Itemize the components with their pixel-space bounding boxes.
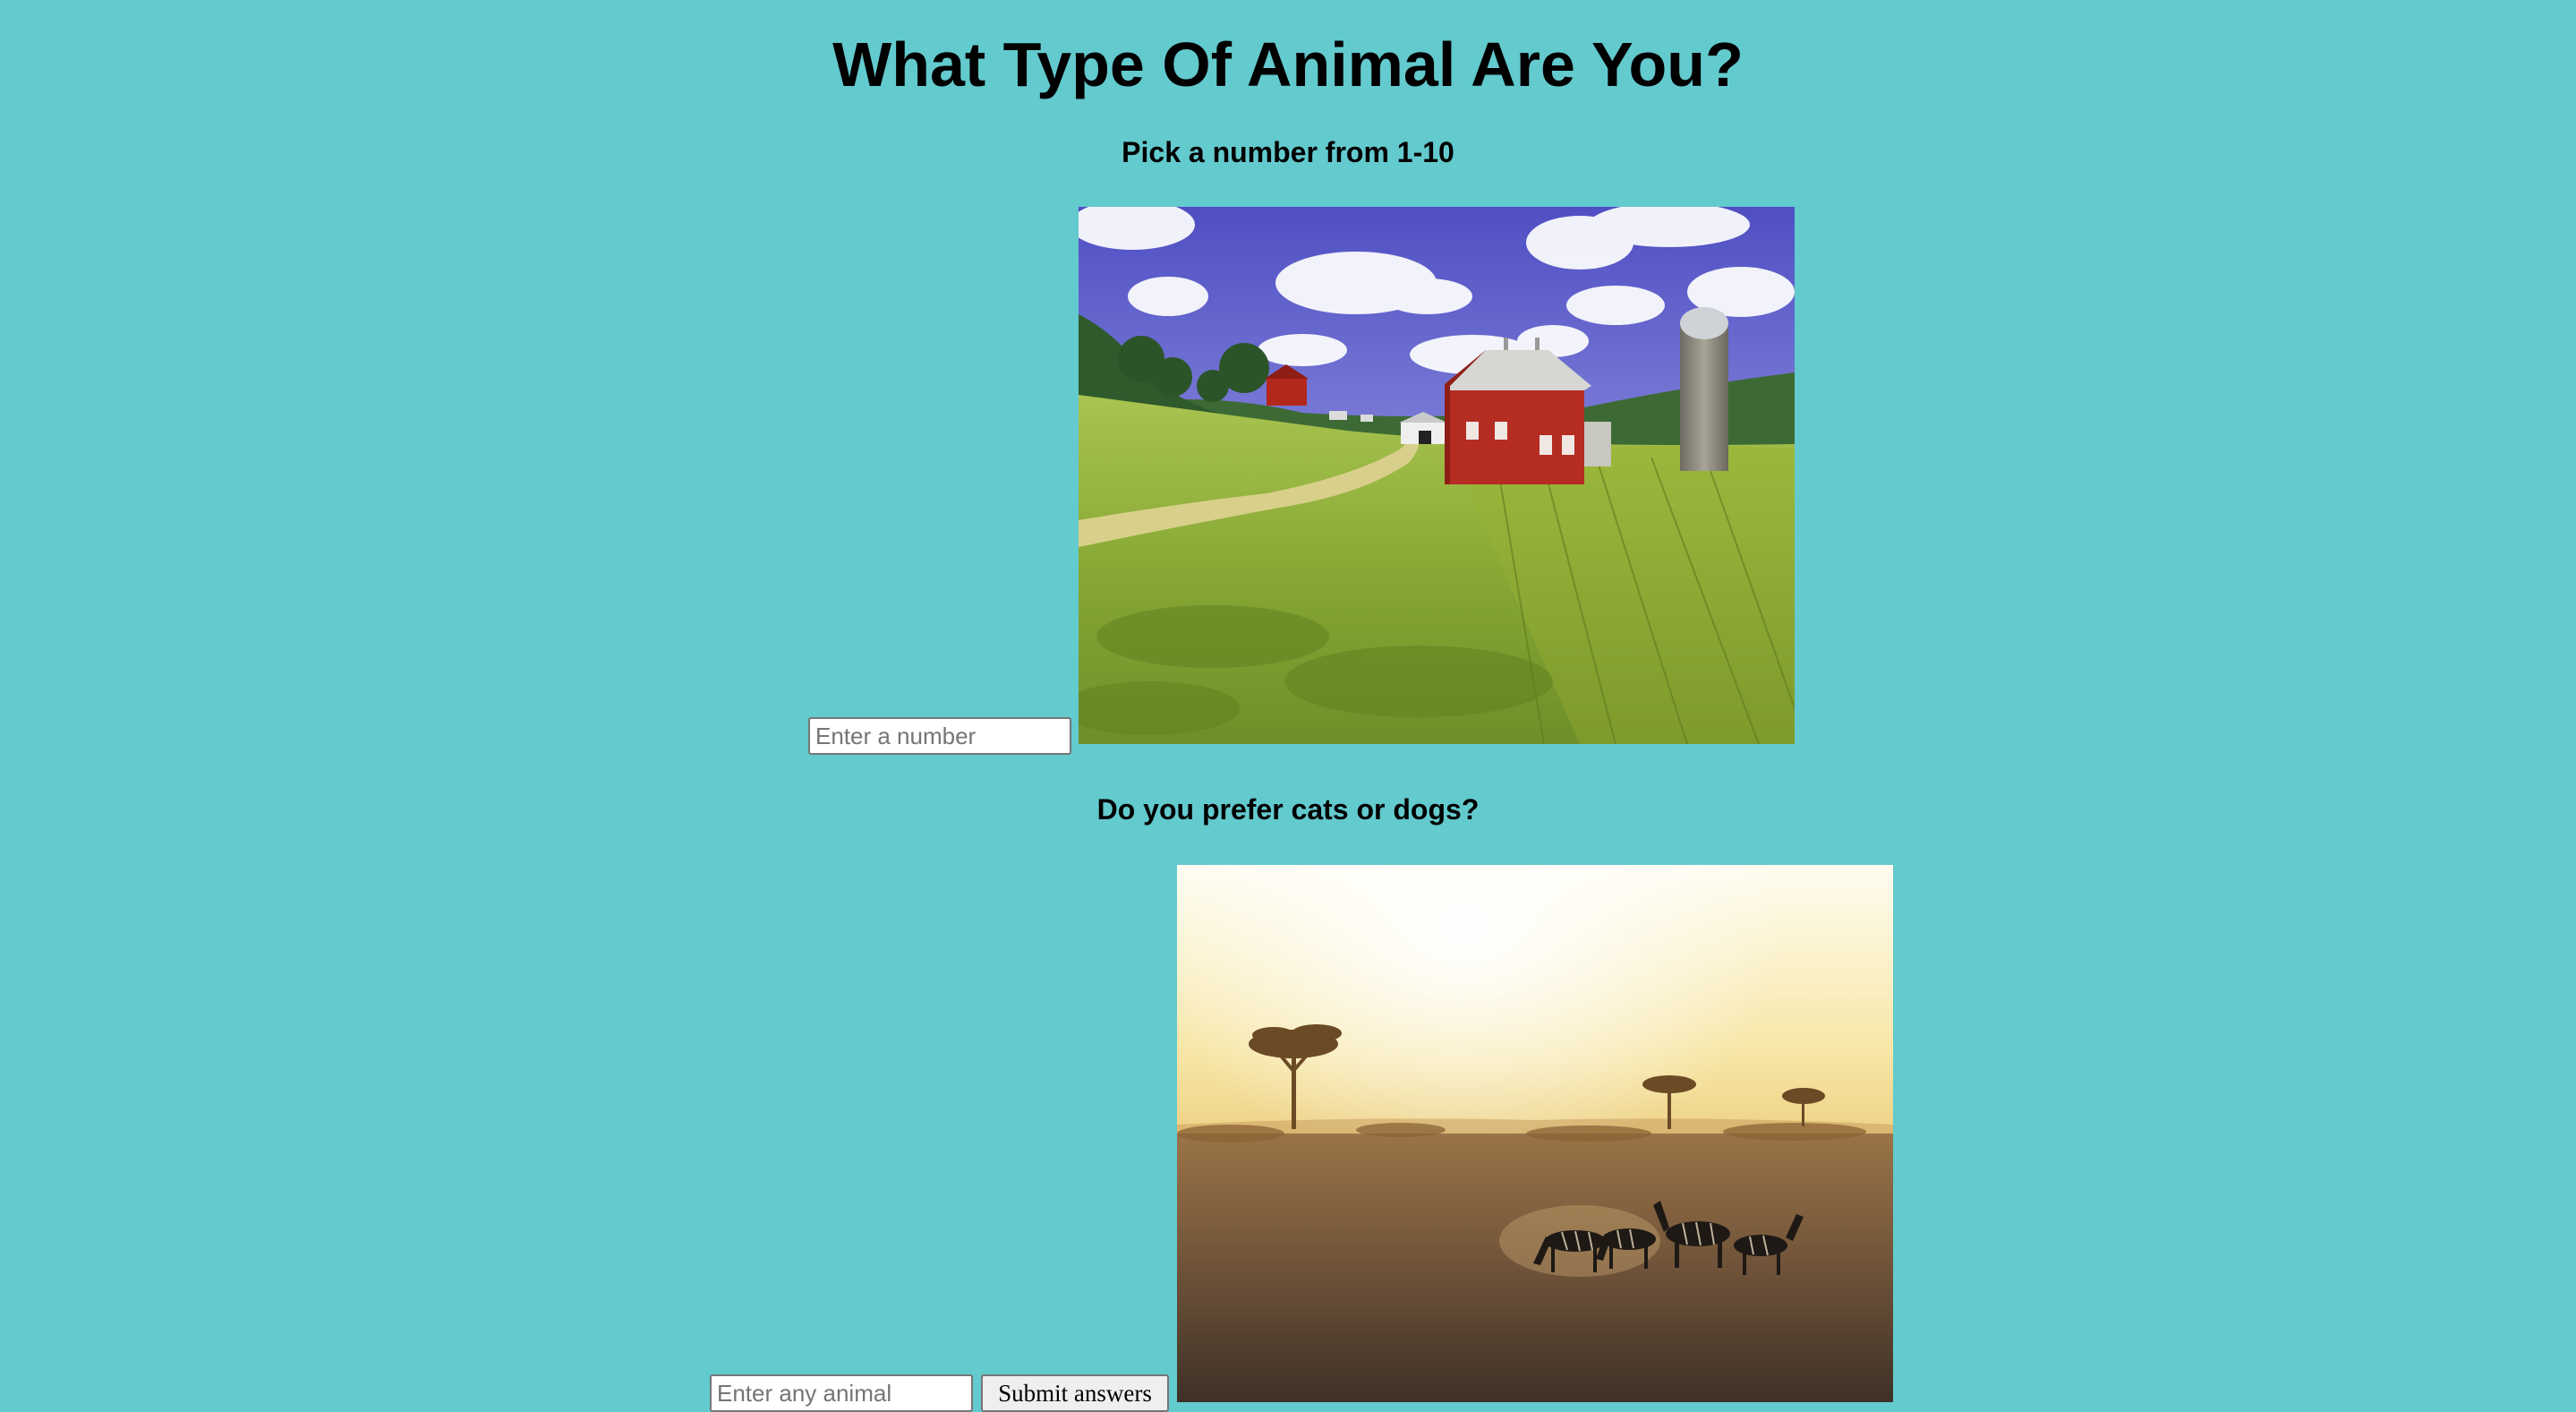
savanna-zebras-image bbox=[1177, 865, 1893, 1402]
question-number-label: Pick a number from 1-10 bbox=[1122, 136, 1454, 168]
question-cats-dogs-label: Do you prefer cats or dogs? bbox=[1096, 793, 1480, 826]
animal-input[interactable] bbox=[710, 1374, 973, 1412]
page-title: What Type Of Animal Are You? bbox=[832, 30, 1744, 99]
submit-answers-button[interactable]: Submit answers bbox=[981, 1374, 1169, 1412]
farm-landscape-image bbox=[1079, 207, 1795, 744]
number-input[interactable] bbox=[808, 717, 1071, 755]
